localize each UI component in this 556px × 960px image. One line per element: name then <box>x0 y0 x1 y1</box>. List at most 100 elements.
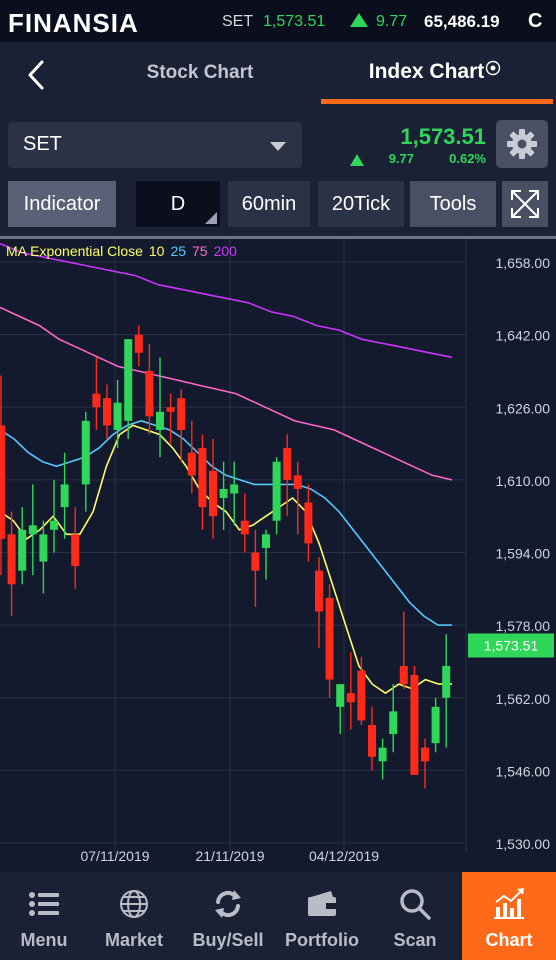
x-tick-label: 04/12/2019 <box>309 848 379 864</box>
period-20tick-button[interactable]: 20Tick <box>318 181 404 227</box>
y-tick-label: 1,530.00 <box>496 836 551 852</box>
candle-down <box>7 534 16 585</box>
nav-menu-label: Menu <box>20 930 68 950</box>
candle-up <box>113 402 122 430</box>
candle-down <box>304 502 313 544</box>
wallet-icon <box>308 891 336 916</box>
nav-market[interactable]: Market <box>88 872 180 960</box>
ticker-change: 9.77 <box>376 13 408 30</box>
ma-200-line <box>0 243 453 359</box>
nav-chart[interactable]: Chart <box>462 872 556 960</box>
x-tick-label: 07/11/2019 <box>80 848 149 864</box>
price-change-percent: 0.62% <box>449 151 486 166</box>
nav-buysell[interactable]: Buy/Sell <box>180 872 276 960</box>
y-tick-label: 1,594.00 <box>496 546 551 562</box>
period-daily-button[interactable]: D <box>136 181 220 227</box>
candle-down <box>240 520 249 535</box>
candle-up <box>39 534 48 562</box>
tools-button[interactable]: Tools <box>410 181 496 227</box>
y-tick-label: 1,658.00 <box>496 255 551 271</box>
y-tick-label: 1,642.00 <box>496 328 551 344</box>
candle-up <box>18 529 27 571</box>
active-tab-indicator <box>321 99 553 104</box>
candle-down <box>92 393 101 408</box>
dropdown-corner-icon <box>205 212 217 224</box>
candle-down <box>410 675 419 775</box>
candle-up <box>230 484 239 494</box>
candle-up <box>431 706 440 744</box>
nav-market-label: Market <box>104 930 164 950</box>
finansia-logo: FINANSIA <box>8 8 139 38</box>
candle-up <box>378 747 387 762</box>
candle-down <box>187 452 196 476</box>
y-tick-label: 1,626.00 <box>496 400 551 416</box>
candle-up <box>219 488 228 499</box>
symbol-dropdown-value: SET <box>23 133 62 155</box>
period-daily-label: D <box>170 193 186 215</box>
candle-up <box>262 534 270 548</box>
back-arrow-icon[interactable] <box>22 58 56 92</box>
y-tick-label: 1,578.00 <box>496 618 551 634</box>
candle-up <box>336 684 345 707</box>
candle-down <box>325 597 334 680</box>
candle-down <box>346 693 355 703</box>
settings-button[interactable] <box>496 120 548 168</box>
y-tick-label: 1,546.00 <box>496 763 551 779</box>
nav-chart-label: Chart <box>485 930 533 950</box>
candle-down <box>399 665 408 685</box>
x-tick-label: 21/11/2019 <box>195 848 264 864</box>
up-arrow-icon <box>350 154 364 166</box>
ma-legend: MA Exponential Close 10 25 75 200 <box>6 243 237 259</box>
candle-up <box>81 420 90 485</box>
gear-icon <box>507 129 537 159</box>
info-badge-icon <box>486 60 501 76</box>
market-status: C <box>528 10 543 32</box>
candle-down <box>134 334 143 353</box>
nav-buysell-label: Buy/Sell <box>192 930 264 950</box>
candle-up <box>442 665 451 698</box>
nav-portfolio[interactable]: Portfolio <box>276 872 368 960</box>
candle-up <box>124 339 133 421</box>
ma-75-line <box>0 306 453 481</box>
globe-icon <box>120 890 148 918</box>
tab-stock-chart[interactable]: Stock Chart <box>110 62 290 84</box>
price-chart[interactable]: 1,658.00 1,642.00 1,626.00 1,610.00 1,594.00… <box>0 236 556 872</box>
chevron-down-icon <box>270 142 286 151</box>
ticker-index-name: SET <box>222 13 254 30</box>
candle-up <box>272 461 281 521</box>
candle-down <box>251 552 260 571</box>
search-icon <box>400 889 431 920</box>
candle-down <box>209 470 217 517</box>
candle-down <box>198 448 207 508</box>
nav-menu[interactable]: Menu <box>0 872 88 960</box>
candle-up <box>28 525 37 535</box>
tab-index-chart-label: Index Chart <box>368 60 485 83</box>
candle-down <box>0 425 5 539</box>
candle-down <box>357 670 366 721</box>
candle-up <box>389 711 398 735</box>
ma-25-line <box>0 420 452 626</box>
period-60min-button[interactable]: 60min <box>228 181 310 227</box>
last-price: 1,573.51 <box>400 124 486 149</box>
last-price-badge-label: 1,573.51 <box>484 638 539 654</box>
expand-icon <box>511 190 539 218</box>
fullscreen-button[interactable] <box>502 181 548 227</box>
up-arrow-icon <box>350 13 368 27</box>
candle-down <box>71 534 80 567</box>
candle-up <box>60 484 69 508</box>
nav-scan-label: Scan <box>393 930 437 950</box>
indicator-button[interactable]: Indicator <box>8 181 116 227</box>
ma-10-line <box>0 424 452 695</box>
ticker-index-value: 1,573.51 <box>263 13 326 30</box>
candle-up <box>50 520 58 530</box>
candle-down <box>177 398 186 430</box>
candle-down <box>283 448 292 480</box>
tab-index-chart[interactable]: Index Chart <box>330 60 540 84</box>
swap-arrows-icon <box>215 890 241 918</box>
candle-down <box>145 370 154 417</box>
nav-scan[interactable]: Scan <box>368 872 462 960</box>
candle-down <box>166 407 175 412</box>
chart-divider <box>0 236 556 239</box>
candle-down <box>421 747 429 762</box>
menu-icon <box>29 892 59 916</box>
